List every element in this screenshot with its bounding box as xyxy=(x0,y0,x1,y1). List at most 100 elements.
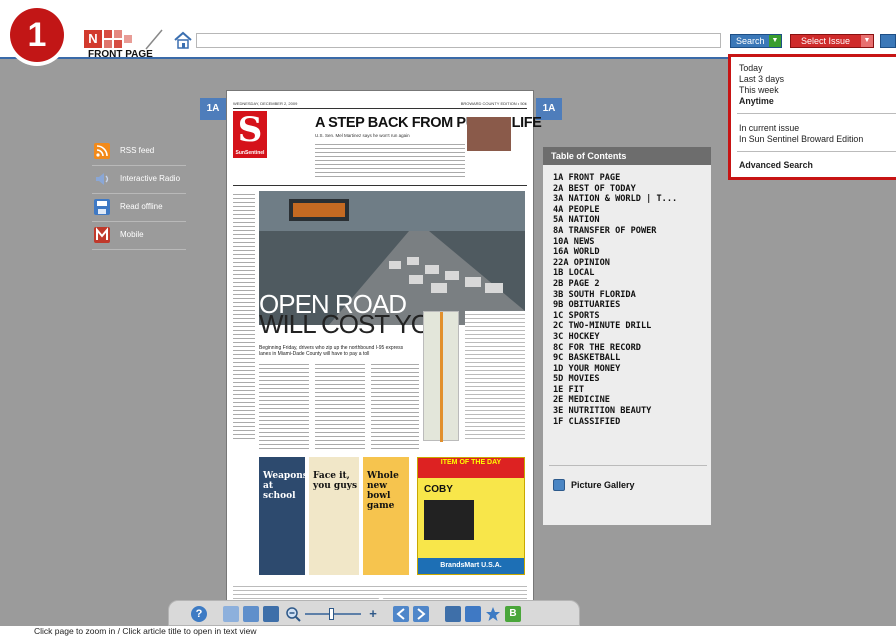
toc-item[interactable]: 1F CLASSIFIED xyxy=(553,417,711,428)
divider xyxy=(549,465,707,466)
news-brief-column xyxy=(233,191,255,441)
toc-item[interactable]: 8A TRANSFER OF POWER xyxy=(553,226,711,237)
step-number: 1 xyxy=(10,8,64,62)
toc-item[interactable]: 1D YOUR MONEY xyxy=(553,364,711,375)
toc-item[interactable]: 9B OBITUARIES xyxy=(553,300,711,311)
toc-item[interactable]: 10A NEWS xyxy=(553,237,711,248)
mobile-link[interactable]: Mobile xyxy=(92,222,186,250)
toc-item[interactable]: 1A FRONT PAGE xyxy=(553,173,711,184)
advanced-search-link[interactable]: Advanced Search xyxy=(739,160,813,170)
logo-tile xyxy=(124,35,132,43)
select-issue-label: Select Issue xyxy=(801,36,851,46)
rss-icon xyxy=(94,143,110,159)
toc-title: Table of Contents xyxy=(543,147,711,165)
toc-item[interactable]: 22A OPINION xyxy=(553,258,711,269)
status-bar: Click page to zoom in / Click article ti… xyxy=(0,626,896,637)
previous-page-icon[interactable] xyxy=(393,606,409,622)
logo-tile xyxy=(104,30,112,38)
blog-icon[interactable]: B xyxy=(505,606,521,622)
rss-feed-link[interactable]: RSS feed xyxy=(92,138,186,166)
chevron-down-icon[interactable]: ▼ xyxy=(861,35,873,47)
app-logo[interactable]: N xyxy=(84,30,140,48)
toc-item[interactable]: 3C HOCKEY xyxy=(553,332,711,343)
option-last-3-days[interactable]: Last 3 days xyxy=(739,74,784,84)
save-icon[interactable] xyxy=(465,606,481,622)
menu-button[interactable] xyxy=(880,34,896,48)
page-number-tag[interactable]: 1A xyxy=(200,98,226,120)
toc-item[interactable]: 8C FOR THE RECORD xyxy=(553,343,711,354)
toc-item[interactable]: 5D MOVIES xyxy=(553,374,711,385)
search-dropdown: Today Last 3 days This week Anytime In c… xyxy=(728,54,896,180)
option-anytime[interactable]: Anytime xyxy=(739,96,774,106)
toc-item[interactable]: 2C TWO-MINUTE DRILL xyxy=(553,321,711,332)
address-field[interactable] xyxy=(196,33,721,48)
toc-item[interactable]: 3E NUTRITION BEAUTY xyxy=(553,406,711,417)
feature-title-bottom[interactable]: WILL COST YOU xyxy=(259,309,449,340)
rss-feed-label: RSS feed xyxy=(120,146,155,155)
speaker-icon xyxy=(94,171,110,187)
toc-item[interactable]: 5A NATION xyxy=(553,215,711,226)
option-this-week[interactable]: This week xyxy=(739,85,779,95)
option-current-issue[interactable]: In current issue xyxy=(739,123,799,133)
feature-lede: Beginning Friday, drivers who zip up the… xyxy=(259,345,404,357)
toc-item[interactable]: 9C BASKETBALL xyxy=(553,353,711,364)
gallery-icon xyxy=(553,479,565,491)
toc-item[interactable]: 1E FIT xyxy=(553,385,711,396)
toc-item[interactable]: 3B SOUTH FLORIDA xyxy=(553,290,711,301)
bookmark-star-icon[interactable] xyxy=(485,606,501,622)
zoom-out-icon[interactable] xyxy=(285,606,301,622)
toc-list: 1A FRONT PAGE 2A BEST OF TODAY 3A NATION &… xyxy=(543,165,711,427)
zoom-in-icon[interactable]: + xyxy=(365,606,381,622)
option-broward-edition[interactable]: In Sun Sentinel Broward Edition xyxy=(739,134,863,144)
toc-item[interactable]: 3A NATION & WORLD | T... xyxy=(553,194,711,205)
divider xyxy=(737,113,896,114)
divider xyxy=(737,151,896,152)
help-icon[interactable]: ? xyxy=(191,606,207,622)
read-offline-link[interactable]: Read offline xyxy=(92,194,186,222)
toc-item[interactable]: 2B PAGE 2 xyxy=(553,279,711,290)
promo-box[interactable]: Weapons at school xyxy=(259,457,308,575)
read-offline-label: Read offline xyxy=(120,202,163,211)
article-text xyxy=(371,361,419,451)
two-page-icon[interactable] xyxy=(243,606,259,622)
toc-item[interactable]: 2A BEST OF TODAY xyxy=(553,184,711,195)
home-icon[interactable] xyxy=(172,30,194,50)
select-issue-button[interactable]: Select Issue ▼ xyxy=(790,34,874,48)
save-icon xyxy=(94,199,110,215)
promo-box[interactable]: Face it, you guys xyxy=(309,457,359,575)
article-text xyxy=(315,361,365,451)
search-button[interactable]: Search ▼ xyxy=(730,34,782,48)
side-menu: RSS feed Interactive Radio Read offline … xyxy=(92,138,186,250)
zoom-slider-handle[interactable] xyxy=(329,608,334,620)
paper-logo: S xyxy=(233,111,267,149)
toc-item[interactable]: 1B LOCAL xyxy=(553,268,711,279)
toc-item[interactable]: 2E MEDICINE xyxy=(553,395,711,406)
logo-tile xyxy=(114,30,122,38)
route-map xyxy=(423,311,459,442)
interactive-radio-link[interactable]: Interactive Radio xyxy=(92,166,186,194)
step-badge: 1 xyxy=(6,4,68,66)
divider xyxy=(233,108,527,109)
article-text xyxy=(259,361,309,451)
logo-tile xyxy=(104,40,112,48)
toc-item[interactable]: 1C SPORTS xyxy=(553,311,711,322)
advertisement[interactable]: ITEM OF THE DAY COBY BrandsMart U.S.A. xyxy=(417,457,525,575)
article-subhead: U.S. Sen. Mel Martinez says he won't run… xyxy=(315,133,410,138)
article-photo xyxy=(467,117,511,151)
promo-box[interactable]: Whole new bowl game xyxy=(363,457,409,575)
next-page-icon[interactable] xyxy=(413,606,429,622)
newspaper-page[interactable]: WEDNESDAY, DECEMBER 2, 2009 BROWARD COUN… xyxy=(226,90,542,612)
promo-title: Whole new bowl game xyxy=(367,471,399,511)
thumbnails-icon[interactable] xyxy=(263,606,279,622)
option-today[interactable]: Today xyxy=(739,63,762,73)
mobile-label: Mobile xyxy=(120,230,144,239)
print-icon[interactable] xyxy=(445,606,461,622)
page-title: FRONT PAGE xyxy=(88,49,153,60)
chevron-down-icon[interactable]: ▼ xyxy=(769,35,781,47)
toc-item[interactable]: 4A PEOPLE xyxy=(553,205,711,216)
paper-date: WEDNESDAY, DECEMBER 2, 2009 xyxy=(233,101,298,106)
product-image xyxy=(424,500,474,540)
toc-item[interactable]: 16A WORLD xyxy=(553,247,711,258)
promo-title: Weapons at school xyxy=(263,471,308,501)
fit-page-icon[interactable] xyxy=(223,606,239,622)
